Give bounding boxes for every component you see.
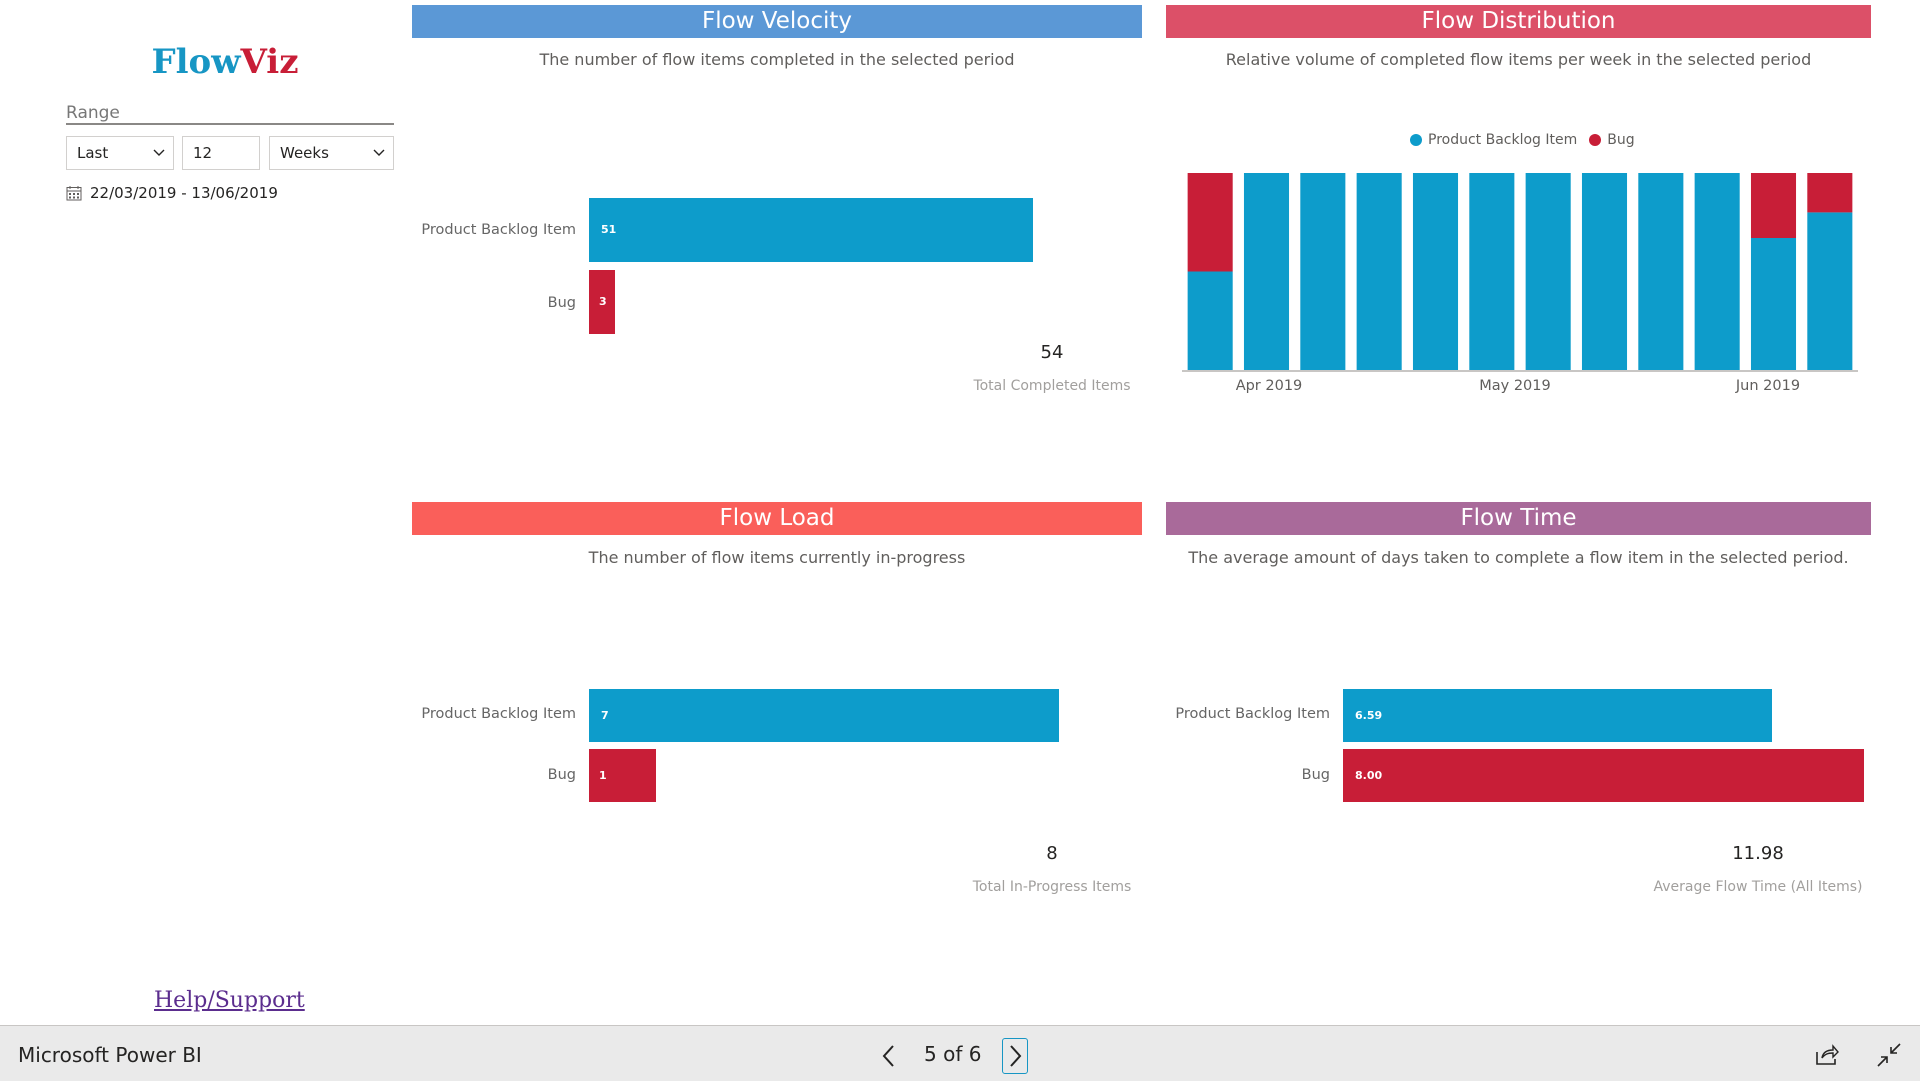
legend-label-bug: Bug bbox=[1607, 132, 1635, 148]
exit-fullscreen-button[interactable] bbox=[1876, 1042, 1902, 1068]
load-subtitle: The number of flow items currently in-pr… bbox=[588, 548, 966, 567]
distribution-bar-bug[interactable] bbox=[1187, 173, 1233, 272]
distribution-subtitle: Relative volume of completed flow items … bbox=[1225, 50, 1812, 69]
load-category-label: Product Backlog Item bbox=[421, 706, 576, 722]
velocity-bar-pbi[interactable]: 51 bbox=[589, 198, 1033, 262]
load-category-label: Bug bbox=[547, 767, 576, 783]
distribution-legend: Product Backlog Item Bug bbox=[1410, 132, 1635, 148]
distribution-x-label: Apr 2019 bbox=[1235, 378, 1303, 394]
range-label: Range bbox=[66, 103, 120, 123]
range-unit-value: Weeks bbox=[280, 144, 329, 162]
distribution-bar-pbi[interactable] bbox=[1300, 173, 1346, 370]
distribution-bar-pbi[interactable] bbox=[1638, 173, 1684, 370]
load-bar-pbi[interactable]: 7 bbox=[589, 689, 1059, 742]
load-bar-bug[interactable]: 1 bbox=[589, 749, 657, 802]
next-page-button[interactable] bbox=[1002, 1038, 1028, 1074]
time-category-label: Bug bbox=[1301, 767, 1330, 783]
range-count-value: 12 bbox=[193, 144, 213, 162]
distribution-x-label: May 2019 bbox=[1479, 378, 1551, 394]
brand-label: Microsoft Power BI bbox=[18, 1043, 202, 1067]
chevron-down-icon bbox=[373, 149, 385, 156]
velocity-subtitle: The number of flow items completed in th… bbox=[539, 50, 1015, 69]
distribution-chart bbox=[1182, 173, 1858, 372]
distribution-bar-pbi[interactable] bbox=[1807, 212, 1853, 370]
velocity-bar-label: 3 bbox=[599, 295, 607, 308]
previous-page-button[interactable] bbox=[876, 1038, 902, 1074]
date-range: 22/03/2019 - 13/06/2019 bbox=[66, 184, 278, 202]
time-bar-bug[interactable]: 8.00 bbox=[1343, 749, 1864, 802]
load-header: Flow Load bbox=[412, 502, 1142, 535]
help-support-link[interactable]: Help/Support bbox=[154, 988, 305, 1013]
velocity-bar-bug[interactable]: 3 bbox=[589, 270, 616, 334]
time-bar-label: 8.00 bbox=[1355, 769, 1383, 782]
velocity-category-label: Bug bbox=[547, 295, 576, 311]
range-divider bbox=[66, 123, 394, 125]
distribution-bar-pbi[interactable] bbox=[1412, 173, 1459, 370]
time-kpi-value: 11.98 bbox=[1732, 843, 1784, 864]
date-range-text: 22/03/2019 - 13/06/2019 bbox=[90, 184, 278, 202]
legend-dot-pbi bbox=[1410, 134, 1422, 146]
time-category-label: Product Backlog Item bbox=[1175, 706, 1330, 722]
distribution-x-label: Jun 2019 bbox=[1735, 378, 1801, 394]
velocity-kpi-label: Total Completed Items bbox=[973, 378, 1131, 394]
distribution-bar-pbi[interactable] bbox=[1469, 173, 1515, 370]
time-bar-label: 6.59 bbox=[1355, 709, 1383, 722]
velocity-bar-label: 51 bbox=[601, 223, 617, 236]
range-mode-value: Last bbox=[77, 144, 109, 162]
share-icon bbox=[1816, 1044, 1839, 1065]
distribution-bar-pbi[interactable] bbox=[1694, 173, 1740, 370]
distribution-bar-pbi[interactable] bbox=[1525, 173, 1571, 370]
page-indicator: 5 of 6 bbox=[924, 1042, 982, 1066]
velocity-category-label: Product Backlog Item bbox=[421, 222, 576, 238]
distribution-bar-pbi[interactable] bbox=[1187, 271, 1233, 371]
distribution-bar-pbi[interactable] bbox=[1356, 173, 1402, 370]
range-mode-dropdown[interactable]: Last bbox=[66, 136, 174, 170]
flowviz-logo: FlowViz bbox=[151, 42, 299, 82]
distribution-bar-bug[interactable] bbox=[1807, 173, 1853, 213]
range-count-input[interactable]: 12 bbox=[182, 136, 260, 170]
chevron-left-icon bbox=[882, 1045, 894, 1067]
velocity-kpi-value: 54 bbox=[1040, 342, 1064, 363]
exit-fullscreen-icon bbox=[1877, 1043, 1901, 1067]
share-button[interactable] bbox=[1814, 1042, 1840, 1068]
time-bar-pbi[interactable]: 6.59 bbox=[1343, 689, 1773, 742]
legend-label-pbi: Product Backlog Item bbox=[1428, 132, 1578, 148]
calendar-icon bbox=[66, 186, 82, 201]
load-bar-label: 7 bbox=[601, 709, 609, 722]
velocity-header: Flow Velocity bbox=[412, 5, 1142, 38]
time-header: Flow Time bbox=[1166, 502, 1871, 535]
load-kpi-value: 8 bbox=[1046, 843, 1058, 864]
range-unit-dropdown[interactable]: Weeks bbox=[269, 136, 394, 170]
chevron-right-icon bbox=[1010, 1045, 1022, 1067]
distribution-bar-bug[interactable] bbox=[1750, 173, 1797, 239]
distribution-bar-pbi[interactable] bbox=[1243, 173, 1290, 370]
chevron-down-icon bbox=[153, 149, 165, 156]
load-kpi-label: Total In-Progress Items bbox=[972, 879, 1132, 895]
distribution-bar-pbi[interactable] bbox=[1750, 238, 1797, 370]
distribution-bar-pbi[interactable] bbox=[1581, 173, 1628, 370]
distribution-header: Flow Distribution bbox=[1166, 5, 1871, 38]
time-subtitle: The average amount of days taken to comp… bbox=[1188, 548, 1849, 567]
legend-dot-bug bbox=[1589, 134, 1602, 146]
time-kpi-label: Average Flow Time (All Items) bbox=[1653, 879, 1863, 895]
load-bar-label: 1 bbox=[599, 769, 607, 782]
